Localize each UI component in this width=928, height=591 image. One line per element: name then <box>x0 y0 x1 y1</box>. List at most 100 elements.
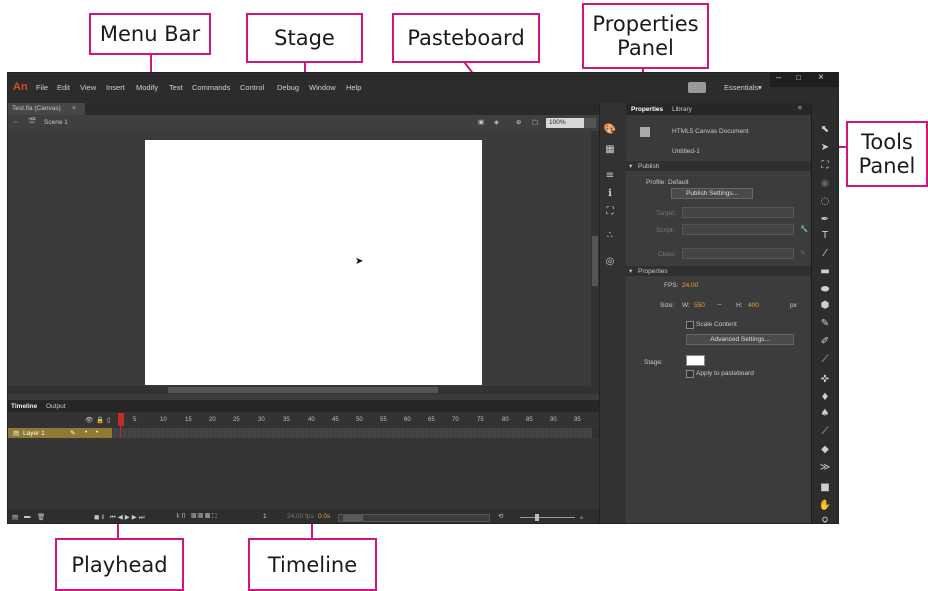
pen-tool-icon[interactable]: ✒ <box>812 211 838 227</box>
paint-bucket-icon[interactable]: ♦ <box>812 389 838 405</box>
tab-properties[interactable]: Properties <box>631 106 663 113</box>
eraser-icon[interactable]: ◆ <box>812 441 838 457</box>
horizontal-scrollbar[interactable] <box>8 386 599 394</box>
frame-scale-icon[interactable]: ▵ <box>580 513 583 521</box>
menu-view[interactable]: View <box>80 83 96 92</box>
properties-section-header[interactable]: ▾ Properties <box>626 266 811 276</box>
outline-icon[interactable]: ▯ <box>107 416 111 424</box>
lock-dot-icon[interactable]: • <box>96 429 98 436</box>
pencil-tool-icon[interactable]: ✎ <box>812 315 838 331</box>
tab-timeline[interactable]: Timeline <box>11 403 37 410</box>
new-layer-icon[interactable]: ▤ <box>12 513 18 521</box>
horizontal-scroll-thumb[interactable] <box>168 387 438 393</box>
layer-name-cell[interactable]: ▤ Layer 1 ✎ • • <box>8 428 112 438</box>
camera-tool-icon[interactable]: ■ <box>812 479 838 495</box>
library-swatch-icon[interactable]: ▦ <box>600 141 620 157</box>
edit-symbols-icon[interactable]: ▣ <box>478 118 484 126</box>
stage[interactable] <box>145 140 482 385</box>
color-panel-icon[interactable]: 🎨 <box>600 121 620 137</box>
rectangle-tool-icon[interactable]: ▬ <box>812 263 838 279</box>
minimize-button[interactable]: – <box>776 73 781 82</box>
menu-edit[interactable]: Edit <box>57 83 70 92</box>
stage-color-swatch[interactable] <box>686 355 705 366</box>
info-panel-icon[interactable]: ℹ <box>600 185 620 201</box>
eyedropper-icon[interactable]: ⟋ <box>812 423 838 439</box>
panel-menu-icon[interactable]: ≡ <box>798 105 802 112</box>
new-folder-icon[interactable]: ▬ <box>24 513 31 520</box>
motion-presets-icon[interactable]: ∴ <box>600 227 620 243</box>
maximize-button[interactable]: □ <box>796 73 801 82</box>
document-tab-close-icon[interactable]: × <box>72 105 76 112</box>
workspace-caret-icon[interactable]: ▾ <box>758 83 762 92</box>
vertical-scrollbar[interactable] <box>591 131 599 386</box>
back-arrow-icon[interactable]: ⇦ <box>13 118 18 126</box>
target-select[interactable] <box>682 207 794 218</box>
center-stage-icon[interactable]: ⊕ <box>516 118 521 126</box>
menu-file[interactable]: File <box>36 83 48 92</box>
loop-icon[interactable]: ⟲ <box>498 512 503 520</box>
selection-tool-icon[interactable]: ⬉ <box>812 121 838 137</box>
properties-collapse-icon[interactable]: ▾ <box>629 267 632 275</box>
height-value[interactable]: 400 <box>748 302 759 309</box>
menu-help[interactable]: Help <box>346 83 361 92</box>
pasteboard[interactable]: ➤ <box>8 131 591 385</box>
fps-value[interactable]: 24.00 <box>682 282 698 289</box>
frame-ruler[interactable]: 👁 🔒 ▯ 1 5 10 15 20 25 30 35 40 45 50 55 … <box>8 412 599 428</box>
advanced-settings-button[interactable]: Advanced Settings... <box>686 334 794 345</box>
lasso-icon[interactable]: ◌ <box>812 193 838 209</box>
tab-library[interactable]: Library <box>672 106 692 113</box>
align-panel-icon[interactable]: ≡ <box>600 167 620 183</box>
menu-modify[interactable]: Modify <box>136 83 158 92</box>
show-hide-icon[interactable]: 👁 <box>85 416 93 424</box>
link-dimensions-icon[interactable]: ⇔ <box>716 301 723 308</box>
publish-settings-button[interactable]: Publish Settings... <box>671 188 753 199</box>
script-select[interactable] <box>682 224 794 235</box>
publish-collapse-icon[interactable]: ▾ <box>629 162 632 170</box>
tab-output[interactable]: Output <box>46 403 66 410</box>
menu-control[interactable]: Control <box>240 83 264 92</box>
timeline-hscroll[interactable] <box>338 514 490 522</box>
menu-debug[interactable]: Debug <box>277 83 299 92</box>
free-transform-icon[interactable]: ⛶ <box>812 157 838 173</box>
brush-tool-icon[interactable]: ✐ <box>812 333 838 349</box>
ink-bottle-icon[interactable]: ♠ <box>812 405 838 421</box>
zoom-select[interactable]: 100% <box>546 118 596 128</box>
transform-panel-icon[interactable]: ⛶ <box>600 203 620 219</box>
playhead[interactable] <box>118 413 124 426</box>
width-value[interactable]: 550 <box>694 302 705 309</box>
class-input[interactable] <box>682 248 794 259</box>
playback-controls[interactable]: ◼‖ ⏮◀▶▶⏭ <box>94 513 147 522</box>
apply-pasteboard-checkbox[interactable] <box>686 370 694 378</box>
zoom-dropdown-icon[interactable] <box>584 118 596 128</box>
timeline-zoom-slider[interactable] <box>520 517 575 518</box>
edit-scene-icon[interactable]: ◈ <box>494 118 499 126</box>
bone-tool-icon[interactable]: ✜ <box>812 371 838 387</box>
cc-libraries-icon[interactable]: ◎ <box>600 253 620 269</box>
vertical-scroll-thumb[interactable] <box>592 236 598 286</box>
timeline-zoom-handle[interactable] <box>535 514 539 521</box>
timeline-hscroll-thumb[interactable] <box>343 515 363 521</box>
clip-stage-icon[interactable]: ▢ <box>532 118 538 126</box>
zoom-tool-icon[interactable]: ⚲ <box>812 513 838 524</box>
document-name[interactable]: Untitled-1 <box>672 148 700 155</box>
oval-tool-icon[interactable]: ⬬ <box>812 281 838 297</box>
publish-section-header[interactable]: ▾ Publish <box>626 161 811 171</box>
frame-rate-readout[interactable]: 24.00 fps <box>287 513 314 520</box>
subselection-tool-icon[interactable]: ➤ <box>812 139 838 155</box>
class-edit-icon[interactable]: ✎ <box>800 249 805 257</box>
menu-text[interactable]: Text <box>169 83 183 92</box>
scene-name[interactable]: Scene 1 <box>44 119 68 126</box>
line-tool-icon[interactable]: ⁄ <box>812 245 838 261</box>
visibility-dot-icon[interactable]: • <box>85 429 87 436</box>
frame-grid[interactable] <box>112 428 592 438</box>
menu-window[interactable]: Window <box>309 83 336 92</box>
3d-rotation-icon[interactable]: ◉ <box>812 175 838 191</box>
hand-tool-icon[interactable]: ✋ <box>812 497 838 513</box>
lock-icon[interactable]: 🔒 <box>96 416 104 424</box>
delete-layer-icon[interactable]: 🗑 <box>37 513 45 521</box>
onion-skin-icon[interactable]: ⫩⫪ ▤▥▦⛶ <box>176 513 219 521</box>
menu-insert[interactable]: Insert <box>106 83 125 92</box>
menu-commands[interactable]: Commands <box>192 83 230 92</box>
polystar-tool-icon[interactable]: ⬢ <box>812 297 838 313</box>
paint-brush-icon[interactable]: ⟋ <box>812 351 838 367</box>
